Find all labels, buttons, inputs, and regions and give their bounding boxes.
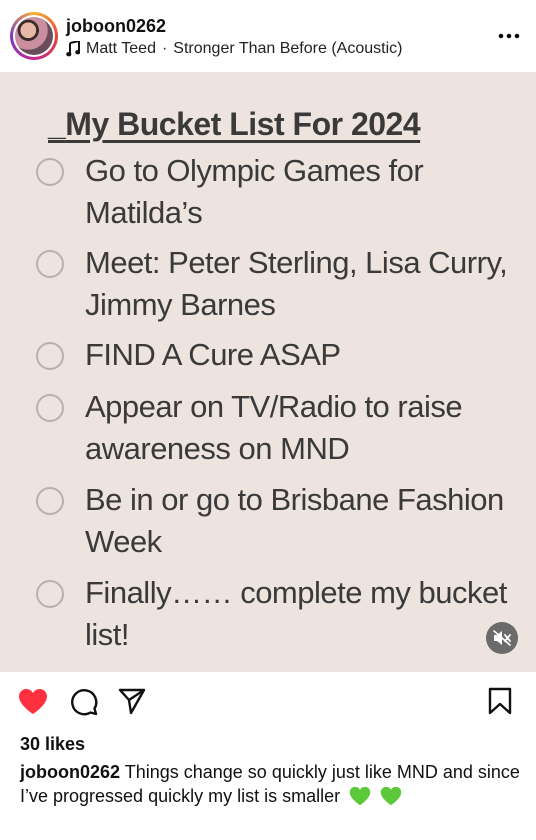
username[interactable]: joboon0262 — [66, 16, 166, 37]
avatar[interactable] — [10, 12, 58, 60]
audio-attribution[interactable]: Matt Teed · Stronger Than Before (Acoust… — [66, 40, 402, 58]
unchecked-circle-icon — [36, 580, 64, 608]
list-item-text: Meet: Peter Sterling, Lisa Curry, Jimmy … — [85, 245, 508, 322]
list-item-text: Appear on TV/Radio to raise awareness on… — [85, 389, 463, 466]
speaker-muted-icon — [493, 630, 511, 646]
title-text: My Bucket List For 2024 — [65, 106, 421, 142]
more-options-button[interactable] — [498, 24, 520, 40]
music-note-icon — [66, 41, 80, 57]
green-heart-emoji — [349, 786, 371, 806]
unchecked-circle-icon — [36, 158, 64, 186]
list-item-text: Finally…… complete my bucket list! — [85, 575, 507, 652]
post-header: joboon0262 Matt Teed · Stronger Than Bef… — [0, 0, 536, 72]
more-horizontal-icon — [498, 33, 520, 39]
unchecked-circle-icon — [36, 342, 64, 370]
post-caption: joboon0262 Things change so quickly just… — [20, 760, 520, 808]
action-bar — [0, 672, 536, 732]
avatar-photo — [15, 17, 53, 55]
audio-separator: · — [161, 40, 168, 57]
heart-filled-icon[interactable] — [18, 688, 48, 715]
comment-bubble-icon[interactable] — [70, 688, 98, 716]
bucket-list-title: _My Bucket List For 2024 — [48, 106, 421, 143]
list-item-text: Be in or go to Brisbane Fashion Week — [85, 482, 504, 559]
audio-artist: Matt Teed — [86, 40, 156, 57]
unchecked-circle-icon — [36, 394, 64, 422]
mute-button[interactable] — [486, 622, 518, 654]
paper-plane-icon[interactable] — [118, 688, 146, 715]
title-prefix: _ — [48, 106, 66, 142]
green-heart-emoji — [380, 786, 402, 806]
post-media[interactable]: _My Bucket List For 2024 Go to Olympic G… — [0, 72, 536, 672]
avatar-border — [13, 15, 55, 57]
bookmark-icon[interactable] — [488, 687, 512, 715]
audio-track: Stronger Than Before (Acoustic) — [173, 40, 403, 57]
caption-username[interactable]: joboon0262 — [20, 762, 120, 782]
unchecked-circle-icon — [36, 250, 64, 278]
list-item-text: FIND A Cure ASAP — [85, 337, 341, 372]
likes-count[interactable]: 30 likes — [20, 734, 85, 755]
list-item-text: Go to Olympic Games for Matilda’s — [85, 153, 424, 230]
unchecked-circle-icon — [36, 487, 64, 515]
